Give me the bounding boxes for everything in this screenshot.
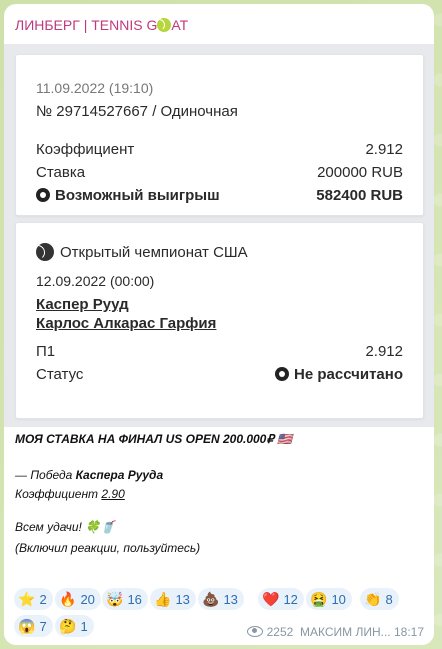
bet-number: № 29714527667 / Одиночная [36, 103, 238, 120]
coef-link[interactable]: 2.90 [101, 487, 124, 501]
message-line-5: (Включил реакции, пользуйтесь) [15, 541, 201, 555]
tennis-ball-icon [153, 18, 172, 32]
reaction-thumbsup[interactable]: 👍 13 [150, 588, 196, 610]
win-label: Возможный выигрыш [36, 187, 220, 204]
reaction-mindblown[interactable]: 🤯 16 [102, 588, 148, 610]
reaction-star[interactable]: ⭐ 2 [14, 588, 53, 610]
bet-card: 11.09.2022 (19:10) № 29714527667 / Одино… [15, 54, 424, 216]
message-line-1: МОЯ СТАВКА НА ФИНАЛ US OPEN 200.000₽ 🇺🇸 [15, 432, 293, 446]
bet-datetime: 11.09.2022 (19:10) [36, 80, 154, 96]
author-signature: МАКСИМ ЛИН... [299, 625, 391, 639]
reaction-clap[interactable]: 👏 8 [360, 588, 399, 610]
player1-link[interactable]: Каспер Рууд [36, 296, 129, 313]
reaction-thinking[interactable]: 🤔 1 [55, 615, 94, 637]
event-datetime: 12.09.2022 (00:00) [36, 273, 155, 289]
views-count: 2252 [266, 625, 294, 639]
tournament-title: Открытый чемпионат США [30, 243, 248, 261]
reaction-vomit[interactable]: 🤮 10 [306, 588, 352, 610]
reaction-poop[interactable]: 💩 13 [198, 588, 244, 610]
stake-label: Ставка [36, 164, 86, 181]
reaction-heart[interactable]: ❤️ 12 [258, 588, 304, 610]
win-value: 582400 RUB [316, 187, 403, 204]
pending-icon [275, 367, 290, 381]
message-line-2: — Победа Каспера Рууда [15, 468, 164, 482]
message-footer: 2252 МАКСИМ ЛИН... 18:17 [246, 625, 424, 639]
message-bubble: ЛИНБЕРГ | TENNIS G AT 11.09.2022 (19:10) … [4, 4, 434, 645]
coef-label: Коэффициент [36, 141, 135, 158]
coef-value: 2.912 [365, 141, 403, 158]
coin-icon [36, 188, 50, 202]
message-time: 18:17 [393, 625, 424, 639]
tennis-icon [30, 243, 54, 261]
event-card: Открытый чемпионат США 12.09.2022 (00:00… [15, 222, 424, 419]
player2-link[interactable]: Карлос Алкарас Гарфия [36, 315, 216, 332]
status-value: Не рассчитано [275, 366, 403, 383]
bet-screenshot[interactable]: 11.09.2022 (19:10) № 29714527667 / Одино… [4, 44, 434, 427]
reaction-fire[interactable]: 🔥 20 [55, 588, 101, 610]
market-value: 2.912 [365, 343, 403, 360]
stake-value: 200000 RUB [317, 164, 403, 181]
status-label: Статус [36, 366, 84, 383]
channel-name[interactable]: ЛИНБЕРГ | TENNIS G AT [15, 17, 188, 33]
views-icon [246, 626, 263, 637]
message-line-4: Всем удачи! 🍀🥤 [15, 520, 116, 534]
message-line-3: Коэффициент 2.90 [15, 487, 125, 501]
market-label: П1 [36, 343, 56, 360]
reaction-scream[interactable]: 😱 7 [14, 615, 53, 637]
